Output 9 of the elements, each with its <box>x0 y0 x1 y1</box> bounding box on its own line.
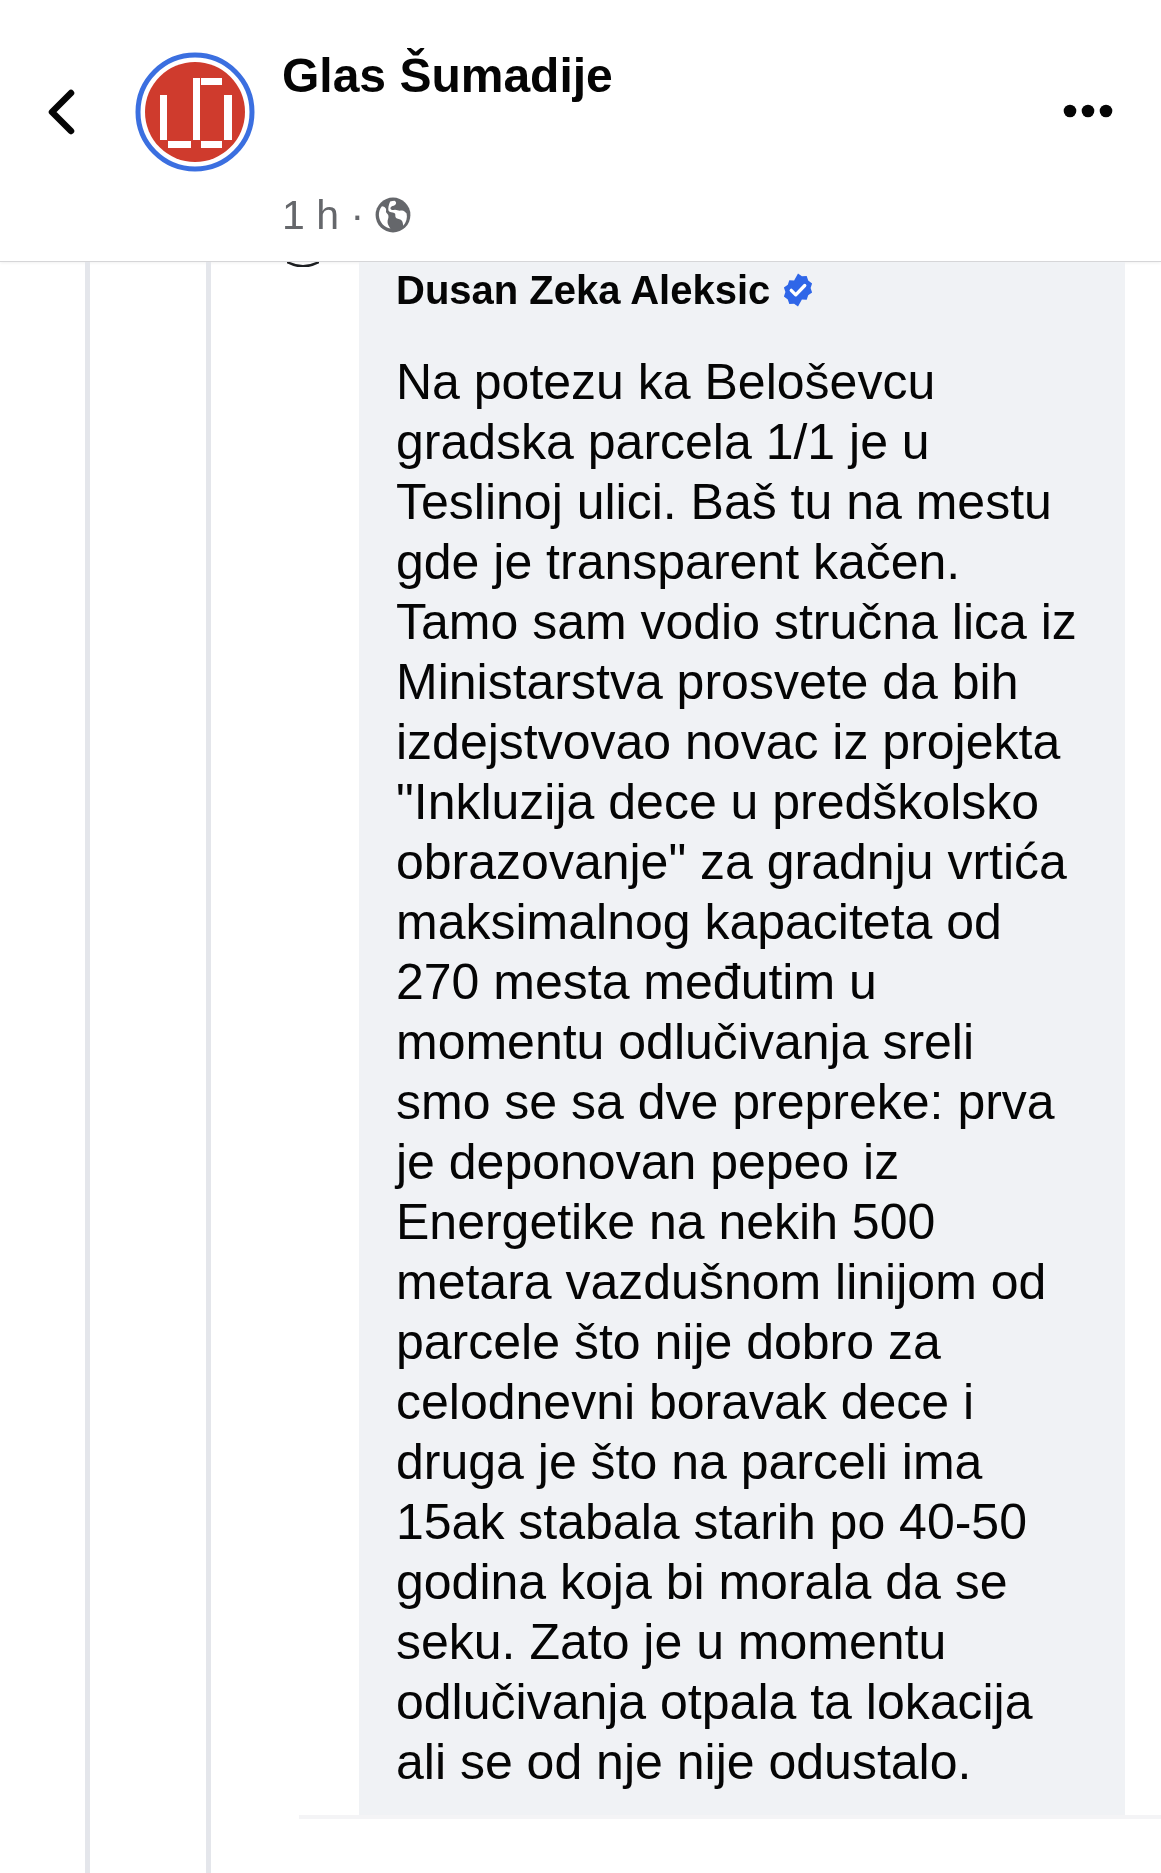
more-icon <box>1063 104 1113 118</box>
logo-icon <box>135 52 255 172</box>
comment-text: Na potezu ka Beloševcu gradska parcela 1/1 je u Teslinoj ulici. Baš tu na mestu gde je transparent kačen. Tamo sam vodio stručna lica iz Ministarstva prosvete da bih izdejstvovao novac iz projekta "Inkluzija dece u predškolsko obrazovanje" za gradnju vrtića maksimalnog kapaciteta od 270 mesta međutim u momentu odlučivanja sreli smo se sa dve prepreke: prva je deponovan pepeo iz Energetike na nekih 500 metara vazdušnom linijom od parcele što nije dobro za celodnevni boravak dece i druga je što na parceli ima 15ak stabala starih po 40-50 godina koja bi morala da se seku. Zato je u momentu odlučivanja otpala ta lokacija ali se od nje nije odustalo. <box>396 353 1078 1792</box>
avatar-edge-icon <box>287 262 319 267</box>
globe-icon <box>374 196 413 234</box>
comment-author[interactable]: Dusan Zeka Aleksic <box>396 266 771 314</box>
page-title[interactable]: Glas Šumadije <box>282 44 613 108</box>
back-icon <box>46 89 76 135</box>
post-time[interactable]: 1 h · <box>282 190 365 240</box>
